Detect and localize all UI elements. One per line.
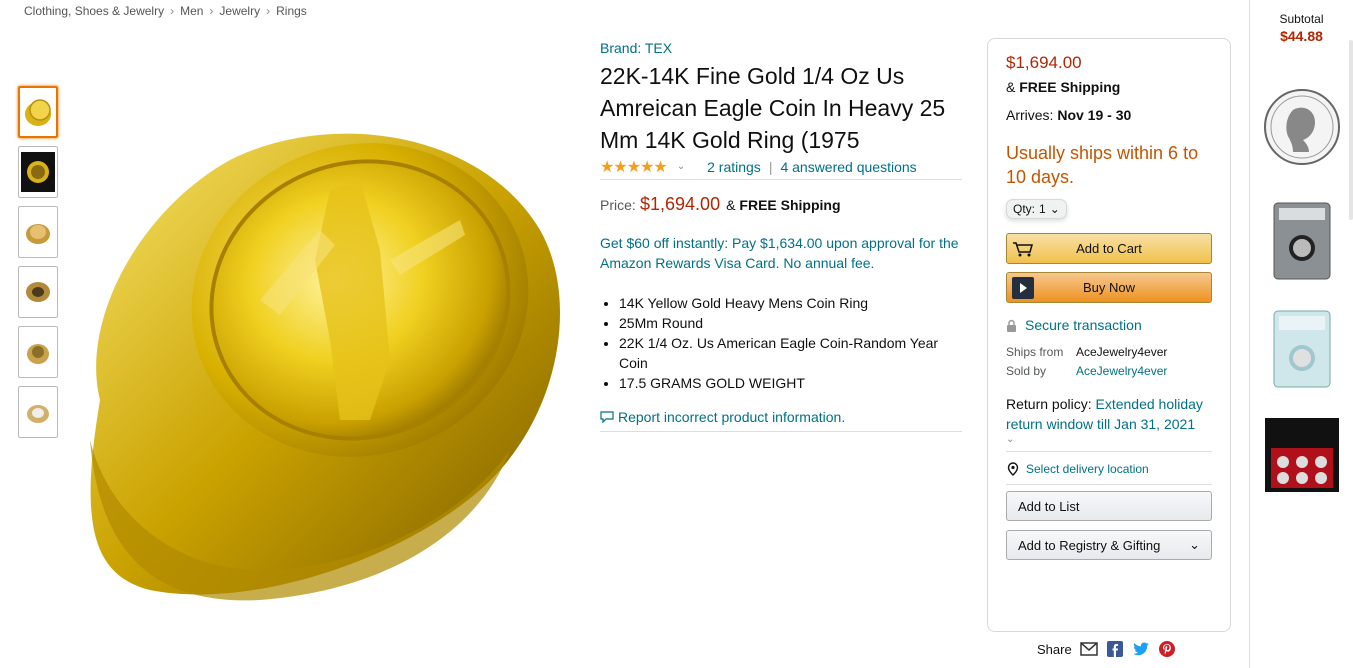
add-to-cart-button[interactable]: Add to Cart xyxy=(1006,233,1212,264)
breadcrumb-item-clothing[interactable]: Clothing, Shoes & Jewelry xyxy=(24,4,164,18)
breadcrumb-separator: › xyxy=(266,4,271,18)
thumbnail-4[interactable] xyxy=(18,266,58,318)
qty-label: Qty: xyxy=(1013,202,1036,216)
product-details: Brand: TEX 22K-14K Fine Gold 1/4 Oz Us A… xyxy=(600,38,962,432)
add-to-list-button[interactable]: Add to List xyxy=(1006,491,1212,521)
shipping-amp: & xyxy=(1006,79,1016,95)
thumbnail-1[interactable] xyxy=(18,86,58,138)
card-promo[interactable]: Get $60 off instantly: Pay $1,634.00 upo… xyxy=(600,233,962,273)
breadcrumb-separator: › xyxy=(170,4,175,18)
share-bar: Share xyxy=(1037,640,1176,658)
feature-bullet: 25Mm Round xyxy=(619,313,962,333)
ring-thumbnail-image xyxy=(25,99,51,126)
rating-row: ★★★★★ ⌄ 2 ratings | 4 answered questions xyxy=(600,158,962,180)
report-link[interactable]: Report incorrect product information. xyxy=(600,409,962,432)
add-to-registry-label: Add to Registry & Gifting xyxy=(1018,537,1161,553)
twitter-icon[interactable] xyxy=(1132,640,1150,658)
gold-coin-ring-image xyxy=(90,133,561,601)
return-policy-label: Return policy: xyxy=(1006,396,1092,412)
price-row: Price: $1,694.00 & FREE Shipping xyxy=(600,194,962,215)
quarter-coin-image[interactable] xyxy=(1263,88,1341,166)
buybox-shipping: & FREE Shipping xyxy=(1006,79,1212,95)
arrives-date: Nov 19 - 30 xyxy=(1057,107,1132,123)
qty-value: 1 xyxy=(1039,202,1046,216)
breadcrumb-separator: › xyxy=(209,4,214,18)
secure-transaction[interactable]: Secure transaction xyxy=(1006,317,1212,333)
chevron-down-icon[interactable]: ⌄ xyxy=(1006,434,1212,452)
graded-coin-image[interactable] xyxy=(1273,310,1331,388)
ships-from-value: AceJewelry4ever xyxy=(1076,345,1168,359)
slabbed-coin-image[interactable] xyxy=(1273,202,1331,280)
thumbnail-5[interactable] xyxy=(18,326,58,378)
sold-by-label: Sold by xyxy=(1006,364,1047,378)
add-to-cart-label: Add to Cart xyxy=(1076,241,1142,256)
pinterest-icon[interactable] xyxy=(1158,640,1176,658)
thumbnail-strip xyxy=(18,86,58,446)
delivery-location-label: Select delivery location xyxy=(1026,462,1149,476)
ships-from-label: Ships from xyxy=(1006,345,1064,359)
buybox-price: $1,694.00 xyxy=(1006,53,1082,72)
buy-now-label: Buy Now xyxy=(1082,280,1136,295)
thumbnail-2[interactable] xyxy=(18,146,58,198)
chevron-down-icon: ⌄ xyxy=(1049,202,1060,216)
thumbnail-3[interactable] xyxy=(18,206,58,258)
location-pin-icon xyxy=(1007,462,1019,476)
feature-bullet: 22K 1/4 Oz. Us American Eagle Coin-Rando… xyxy=(619,333,962,373)
facebook-icon[interactable] xyxy=(1106,640,1124,658)
price-value: $1,694.00 xyxy=(640,194,721,214)
ring-thumbnail-image xyxy=(26,224,50,244)
rail-scrollbar[interactable] xyxy=(1349,40,1353,220)
cart-icon xyxy=(1009,236,1037,261)
buy-now-button[interactable]: Buy Now xyxy=(1006,272,1212,303)
share-label: Share xyxy=(1037,641,1072,657)
availability-text: Usually ships within 6 to 10 days. xyxy=(1006,143,1199,187)
product-title: 22K-14K Fine Gold 1/4 Oz Us Amreican Eag… xyxy=(600,63,946,153)
sold-by-link[interactable]: AceJewelry4ever xyxy=(1076,364,1212,378)
free-shipping-text[interactable]: FREE Shipping xyxy=(739,197,840,213)
secure-transaction-label: Secure transaction xyxy=(1025,317,1142,333)
ring-thumbnail-image xyxy=(27,405,49,423)
amp-text: & xyxy=(726,197,736,213)
proof-set-image[interactable] xyxy=(1264,418,1339,492)
play-icon xyxy=(1009,275,1037,300)
thumbnail-6[interactable] xyxy=(18,386,58,438)
buy-box: $1,694.00 & FREE Shipping Arrives: Nov 1… xyxy=(987,38,1231,632)
subtotal-value: $44.88 xyxy=(1280,28,1323,44)
subtotal-label: Subtotal xyxy=(1279,12,1324,26)
email-icon[interactable] xyxy=(1079,640,1098,658)
breadcrumb-item-rings[interactable]: Rings xyxy=(276,4,307,18)
star-rating-icon[interactable]: ★★★★★ xyxy=(600,157,668,177)
right-rail: Subtotal $44.88 xyxy=(1249,0,1353,668)
add-to-registry-button[interactable]: Add to Registry & Gifting ⌄ xyxy=(1006,530,1212,560)
ring-thumbnail-image xyxy=(27,344,49,364)
brand-link[interactable]: Brand: TEX xyxy=(600,38,962,58)
breadcrumb: Clothing, Shoes & Jewelry › Men › Jewelr… xyxy=(24,4,307,18)
add-to-list-label: Add to List xyxy=(1018,498,1080,514)
delivery-location[interactable]: Select delivery location xyxy=(1006,462,1212,485)
feature-bullet: 17.5 GRAMS GOLD WEIGHT xyxy=(619,373,962,393)
arrives-label: Arrives: xyxy=(1006,107,1054,123)
main-product-image[interactable] xyxy=(60,100,570,610)
chevron-down-icon: ⌄ xyxy=(1189,537,1200,552)
breadcrumb-item-jewelry[interactable]: Jewelry xyxy=(219,4,260,18)
free-shipping-label[interactable]: FREE Shipping xyxy=(1019,79,1120,95)
arrival-info: Arrives: Nov 19 - 30 xyxy=(1006,107,1212,123)
ring-thumbnail-image xyxy=(21,152,55,192)
report-link-text: Report incorrect product information. xyxy=(618,409,846,425)
seller-info: Ships from AceJewelry4ever Sold by AceJe… xyxy=(1006,345,1212,378)
divider: | xyxy=(768,158,773,175)
feature-bullet: 14K Yellow Gold Heavy Mens Coin Ring xyxy=(619,293,962,313)
ring-thumbnail-image xyxy=(26,282,50,302)
breadcrumb-item-men[interactable]: Men xyxy=(180,4,203,18)
speech-bubble-icon xyxy=(600,411,614,423)
price-label: Price: xyxy=(600,197,636,213)
feature-bullets: 14K Yellow Gold Heavy Mens Coin Ring 25M… xyxy=(600,293,962,393)
chevron-down-icon[interactable]: ⌄ xyxy=(677,161,685,172)
answered-questions-link[interactable]: 4 answered questions xyxy=(780,159,916,175)
quantity-select[interactable]: Qty: 1 ⌄ xyxy=(1006,199,1067,219)
ratings-link[interactable]: 2 ratings xyxy=(707,159,761,175)
return-policy: Return policy: Extended holiday return w… xyxy=(1006,394,1212,434)
lock-icon xyxy=(1007,319,1016,332)
